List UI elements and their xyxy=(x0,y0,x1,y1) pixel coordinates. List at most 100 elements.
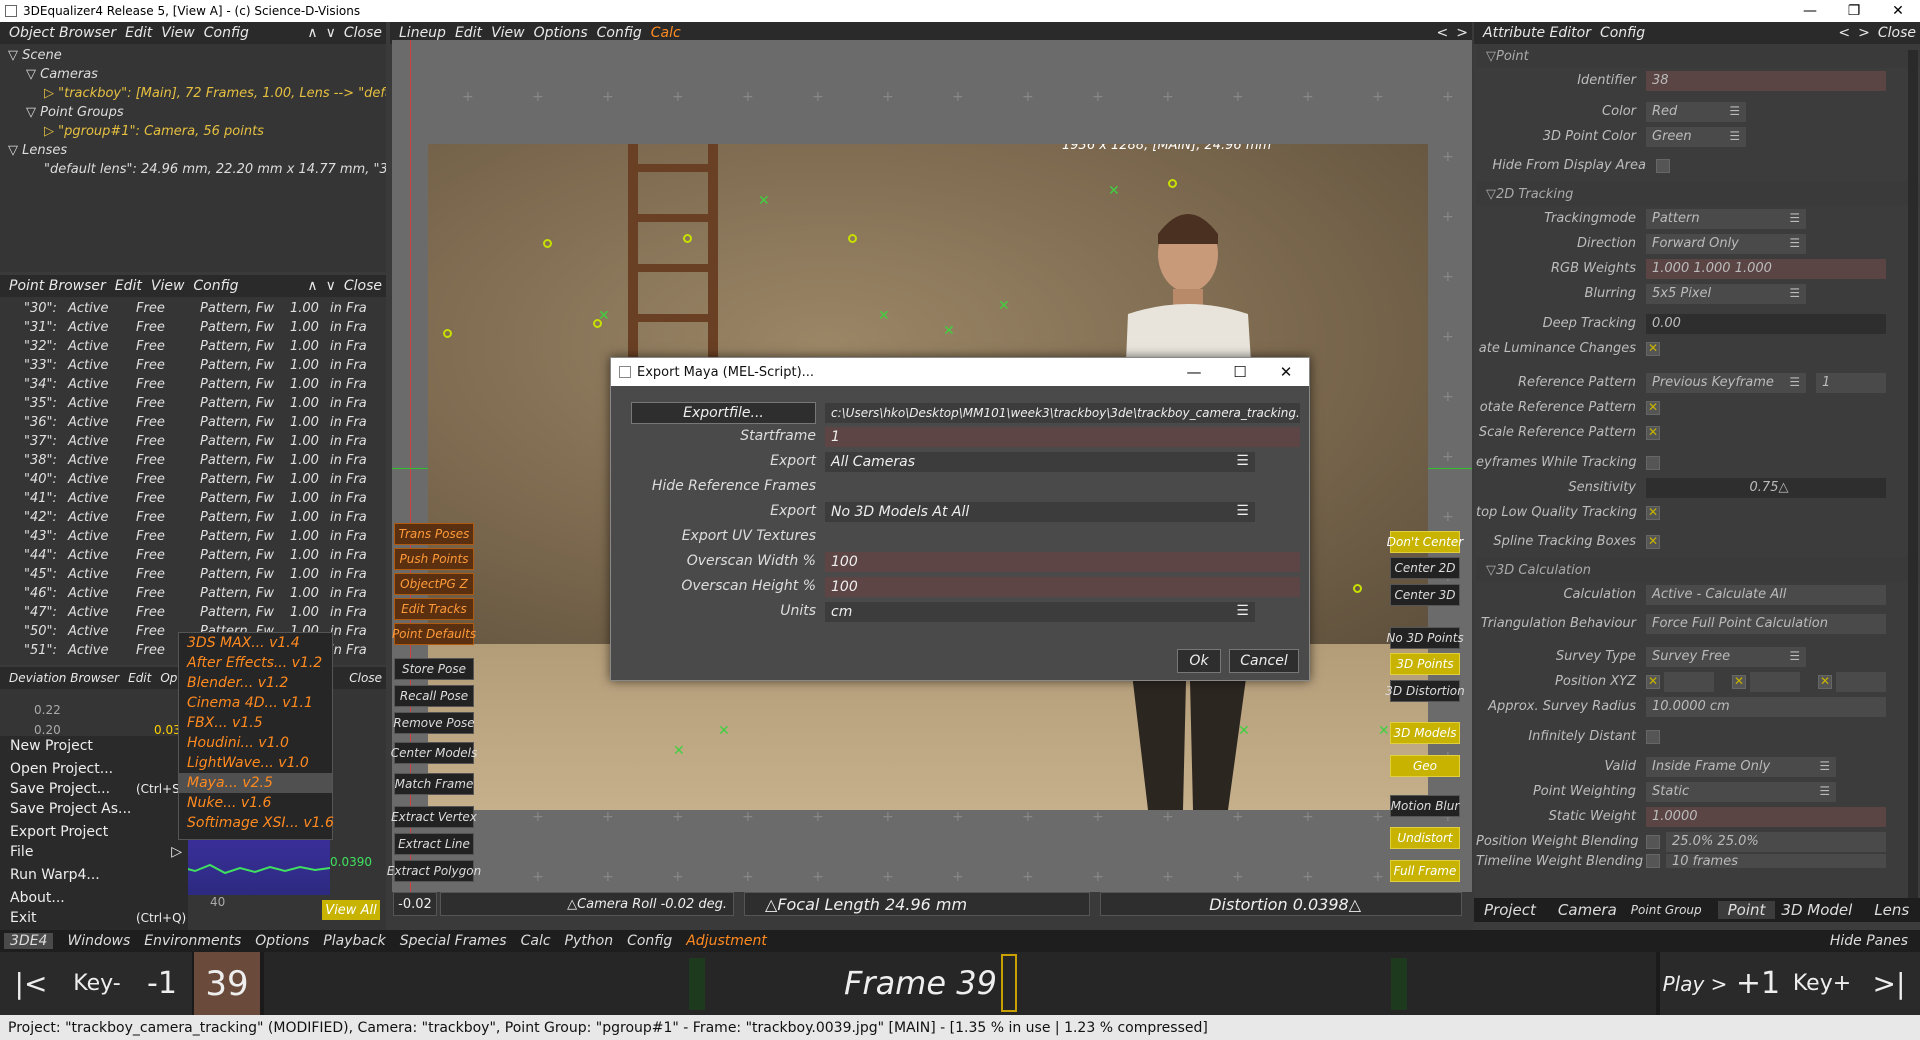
current-frame-field[interactable]: 39 xyxy=(194,952,260,1015)
pos-weight-blend-checkbox[interactable] xyxy=(1646,834,1660,849)
camera-roll-slider[interactable]: △ Camera Roll -0.02 deg. xyxy=(440,892,734,916)
lineup-button[interactable]: ObjectPG Z xyxy=(394,573,474,595)
menu-config[interactable]: Config xyxy=(193,278,238,294)
point-row[interactable]: "30": Active Free Pattern, Fw 1.00 in Fra xyxy=(0,299,386,318)
lineup-button[interactable]: 3D Points xyxy=(1390,653,1460,675)
tree-point-groups[interactable]: ▽ Point Groups xyxy=(8,103,386,122)
pos-y-field[interactable] xyxy=(1750,671,1800,692)
section-point[interactable]: ▽ Point xyxy=(1476,44,1920,68)
tree-scene[interactable]: ▽ Scene xyxy=(8,46,386,65)
pos-x-field[interactable] xyxy=(1664,671,1714,692)
point3d-color-select[interactable]: Green ☰ xyxy=(1646,126,1746,147)
maximize-button[interactable]: ❐ xyxy=(1832,3,1876,19)
section-2d-tracking[interactable]: ▽ 2D Tracking xyxy=(1476,182,1920,206)
hide-display-checkbox[interactable] xyxy=(1656,158,1670,173)
section-3d-calculation[interactable]: ▽ 3D Calculation xyxy=(1476,558,1920,582)
blurring-select[interactable]: 5x5 Pixel ☰ xyxy=(1646,283,1806,304)
first-frame-button[interactable]: |< xyxy=(0,952,62,1015)
menu-special-frames[interactable]: Special Frames xyxy=(400,933,507,949)
ok-button[interactable]: Ok xyxy=(1177,649,1221,673)
point-row[interactable]: "37": Active Free Pattern, Fw 1.00 in Fra xyxy=(0,432,386,451)
calculation-select[interactable]: Active - Calculate All xyxy=(1646,584,1886,605)
point-weighting-select[interactable]: Static ☰ xyxy=(1646,781,1836,802)
lineup-button[interactable]: Extract Line xyxy=(394,833,474,855)
rgb-field[interactable]: 1.000 1.000 1.000 xyxy=(1646,258,1886,279)
point-row[interactable]: "38": Active Free Pattern, Fw 1.00 in Fra xyxy=(0,451,386,470)
lineup-button[interactable]: No 3D Points xyxy=(1386,627,1464,649)
menu-run-warp4[interactable]: Run Warp4... xyxy=(0,865,188,885)
spline-checkbox[interactable] xyxy=(1646,534,1660,549)
point-row[interactable]: "43": Active Free Pattern, Fw 1.00 in Fra xyxy=(0,527,386,546)
export-format-item[interactable]: Houdini... v1.0 xyxy=(179,733,332,753)
up-arrow-icon[interactable]: ∧ xyxy=(303,25,321,41)
point-row[interactable]: "31": Active Free Pattern, Fw 1.00 in Fra xyxy=(0,318,386,337)
point-row[interactable]: "44": Active Free Pattern, Fw 1.00 in Fra xyxy=(0,546,386,565)
key-next-button[interactable]: Key+ xyxy=(1786,952,1858,1015)
units-select[interactable]: cm ☰ xyxy=(825,602,1255,622)
next-arrow-icon[interactable]: > xyxy=(1854,25,1874,41)
valid-select[interactable]: Inside Frame Only ☰ xyxy=(1646,756,1836,777)
lineup-button[interactable]: Remove Pose xyxy=(393,712,475,734)
tab-camera[interactable]: Camera xyxy=(1558,901,1617,919)
menu-options[interactable]: Options xyxy=(534,25,588,41)
lineup-button[interactable]: Push Points xyxy=(394,548,474,570)
down-arrow-icon[interactable]: ∨ xyxy=(322,278,340,294)
point-row[interactable]: "33": Active Free Pattern, Fw 1.00 in Fra xyxy=(0,356,386,375)
plus-one-button[interactable]: +1 xyxy=(1730,952,1786,1015)
close-window-button[interactable]: ✕ xyxy=(1876,3,1920,19)
menu-calc[interactable]: Calc xyxy=(521,933,551,949)
lineup-button[interactable]: Extract Vertex xyxy=(391,806,477,828)
pos-z-checkbox[interactable] xyxy=(1818,674,1832,689)
infinitely-distant-checkbox[interactable] xyxy=(1646,729,1660,744)
sensitivity-slider[interactable]: 0.75 △ xyxy=(1646,477,1886,498)
lineup-button[interactable]: Motion Blur xyxy=(1390,795,1460,817)
export-format-item[interactable]: Nuke... v1.6 xyxy=(179,793,332,813)
point-row[interactable]: "41": Active Free Pattern, Fw 1.00 in Fra xyxy=(0,489,386,508)
pos-z-field[interactable] xyxy=(1836,671,1886,692)
point-row[interactable]: "46": Active Free Pattern, Fw 1.00 in Fra xyxy=(0,584,386,603)
export-cameras-select[interactable]: All Cameras ☰ xyxy=(825,452,1255,472)
close-pane-button[interactable]: Close xyxy=(340,25,386,41)
lineup-button[interactable]: Point Defaults xyxy=(392,623,476,645)
menu-config[interactable]: Config xyxy=(627,933,672,949)
tree-camera-item[interactable]: ▷ "trackboy": [Main], 72 Frames, 1.00, L… xyxy=(8,84,386,103)
menu-3de4[interactable]: 3DE4 xyxy=(4,933,54,949)
cancel-button[interactable]: Cancel xyxy=(1229,649,1299,673)
lineup-button[interactable]: Match Frame xyxy=(394,773,474,795)
hide-panes-button[interactable]: Hide Panes xyxy=(1830,933,1908,949)
tl-weight-blend-checkbox[interactable] xyxy=(1646,854,1660,868)
color-select[interactable]: Red ☰ xyxy=(1646,101,1746,122)
point-row[interactable]: "32": Active Free Pattern, Fw 1.00 in Fra xyxy=(0,337,386,356)
menu-calc[interactable]: Calc xyxy=(651,25,681,41)
play-button[interactable]: Play > xyxy=(1660,952,1730,1015)
tree-lenses[interactable]: ▽ Lenses xyxy=(8,141,386,160)
menu-about[interactable]: About... xyxy=(0,888,188,908)
close-pane-button[interactable]: Close xyxy=(340,278,386,294)
focal-length-slider[interactable]: △ Focal Length 24.96 mm xyxy=(744,892,1090,916)
menu-edit[interactable]: Edit xyxy=(125,25,152,41)
menu-lineup[interactable]: Lineup xyxy=(399,25,446,41)
menu-deviation-browser[interactable]: Deviation Browser xyxy=(9,671,119,685)
down-arrow-icon[interactable]: ∨ xyxy=(322,25,340,41)
minimize-button[interactable]: — xyxy=(1788,3,1832,19)
tab-lens[interactable]: Lens xyxy=(1874,901,1909,919)
menu-file[interactable]: File ▷ xyxy=(0,842,188,862)
export-format-item[interactable]: 3DS MAX... v1.4 xyxy=(179,633,332,653)
minus-one-button[interactable]: -1 xyxy=(132,952,192,1015)
menu-adjustment[interactable]: Adjustment xyxy=(686,933,767,949)
point-row[interactable]: "34": Active Free Pattern, Fw 1.00 in Fra xyxy=(0,375,386,394)
menu-edit[interactable]: Edit xyxy=(455,25,482,41)
luminance-checkbox[interactable] xyxy=(1646,341,1660,356)
lineup-button[interactable]: 3D Distortion xyxy=(1385,680,1465,702)
export-format-item[interactable]: Maya... v2.5 xyxy=(179,773,332,793)
tl-weight-blend-field[interactable]: 10 frames xyxy=(1666,854,1886,868)
close-pane-button[interactable]: Close xyxy=(345,671,386,685)
menu-playback[interactable]: Playback xyxy=(323,933,385,949)
menu-view[interactable]: View xyxy=(151,278,185,294)
static-weight-field[interactable]: 1.0000 xyxy=(1646,806,1886,827)
menu-view[interactable]: View xyxy=(161,25,195,41)
prev-arrow-icon[interactable]: < xyxy=(1433,25,1453,41)
menu-edit[interactable]: Edit xyxy=(128,671,151,685)
low-quality-checkbox[interactable] xyxy=(1646,505,1660,520)
menu-attribute-editor[interactable]: Attribute Editor xyxy=(1483,25,1591,41)
